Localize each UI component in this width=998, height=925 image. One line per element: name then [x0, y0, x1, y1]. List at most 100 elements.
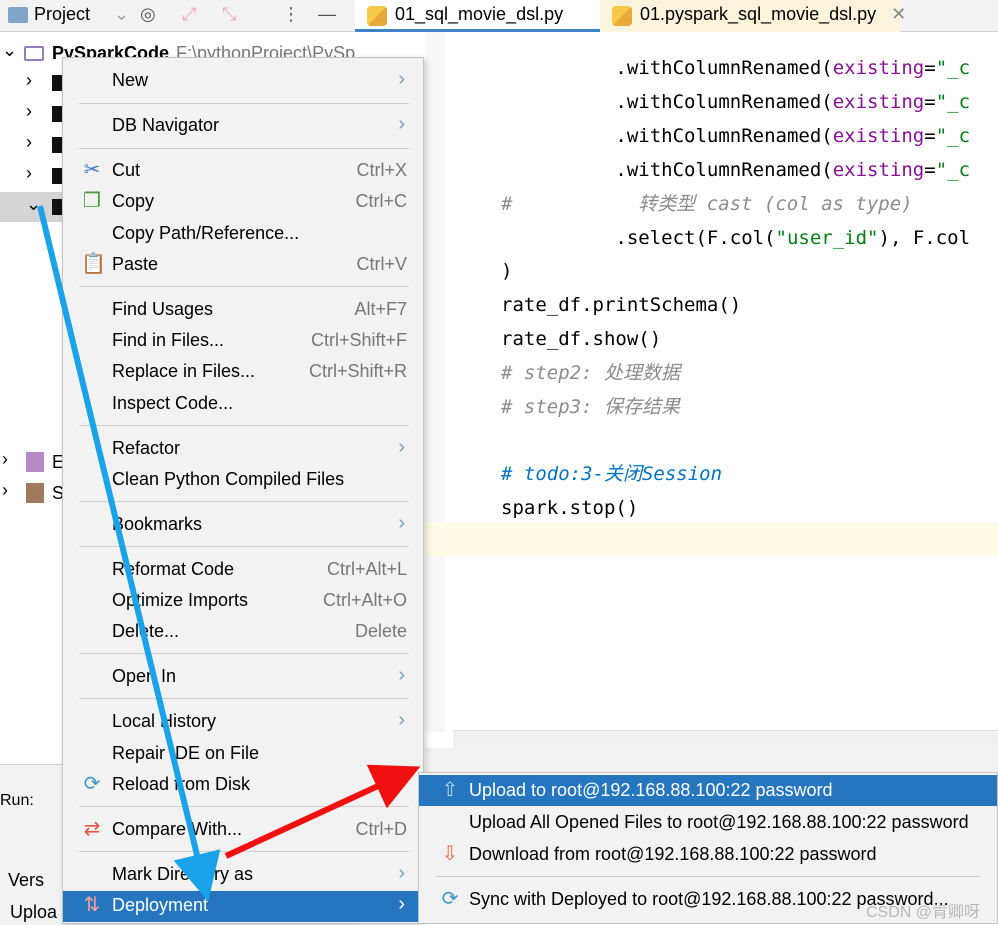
close-icon[interactable]: ✕	[891, 4, 906, 24]
code-line: rate_df.show()	[501, 328, 662, 350]
version-control-label[interactable]: Vers	[8, 870, 44, 891]
menu-item-find-in-files[interactable]: Find in Files... Ctrl+Shift+F	[63, 326, 423, 357]
horizontal-scrollbar[interactable]	[453, 730, 998, 749]
menu-divider	[79, 425, 409, 426]
chevron-right-icon: ›	[398, 893, 405, 915]
menu-item-new[interactable]: New ›	[63, 66, 423, 97]
python-file-icon	[612, 6, 632, 26]
redacted-block	[52, 168, 62, 184]
submenu-item-download[interactable]: ⇩ Download from root@192.168.88.100:22 pa…	[419, 839, 997, 870]
menu-divider	[79, 286, 409, 287]
menu-item-local-history[interactable]: Local History ›	[63, 707, 423, 738]
menu-divider	[79, 148, 409, 149]
context-menu: New › DB Navigator › ✂ Cut Ctrl+X ❐ Copy Ctrl+…	[62, 57, 424, 924]
menu-divider	[79, 806, 409, 807]
chevron-right-icon: ›	[398, 862, 405, 884]
python-file-icon	[367, 6, 387, 26]
menu-item-compare-with[interactable]: ⇄ Compare With... Ctrl+D	[63, 815, 423, 846]
code-comment: # step2: 处理数据	[501, 362, 680, 384]
chevron-right-icon[interactable]: ›	[26, 101, 32, 122]
redacted-block	[52, 199, 62, 215]
more-options-icon[interactable]: ⋮	[282, 4, 300, 25]
minimize-icon[interactable]: —	[318, 4, 336, 25]
redacted-block	[52, 106, 62, 122]
submenu-item-upload-all[interactable]: Upload All Opened Files to root@192.168.…	[419, 807, 997, 838]
menu-divider	[79, 698, 409, 699]
current-line-highlight	[425, 522, 998, 556]
chevron-right-icon[interactable]: ›	[2, 480, 8, 501]
menu-divider	[79, 653, 409, 654]
menu-item-repair-ide[interactable]: Repair IDE on File	[63, 739, 423, 770]
menu-item-deployment[interactable]: ⇅ Deployment ›	[63, 891, 423, 922]
code-line: .withColumnRenamed(existing="_c	[615, 125, 971, 147]
menu-item-replace-in-files[interactable]: Replace in Files... Ctrl+Shift+R	[63, 357, 423, 388]
code-line: .withColumnRenamed(existing="_c	[615, 91, 971, 113]
menu-item-optimize-imports[interactable]: Optimize Imports Ctrl+Alt+O	[63, 586, 423, 617]
menu-item-find-usages[interactable]: Find Usages Alt+F7	[63, 295, 423, 326]
menu-item-clean-python[interactable]: Clean Python Compiled Files	[63, 465, 423, 496]
code-line: .withColumnRenamed(existing="_c	[615, 159, 971, 181]
code-line: .withColumnRenamed(existing="_c	[615, 57, 971, 79]
chevron-right-icon: ›	[398, 68, 405, 90]
folder-icon	[24, 46, 44, 61]
tab-01-sql-movie-dsl[interactable]: 01_sql_movie_dsl.py	[355, 0, 600, 32]
menu-item-bookmarks[interactable]: Bookmarks ›	[63, 510, 423, 541]
project-folder-icon	[8, 7, 28, 23]
upload-label: Uploa	[10, 902, 58, 922]
chevron-right-icon[interactable]: ›	[26, 70, 32, 91]
chevron-right-icon[interactable]: ›	[2, 449, 8, 470]
copy-icon: ❐	[83, 190, 101, 212]
chevron-right-icon[interactable]: ›	[26, 132, 32, 153]
code-line: spark.stop()	[501, 497, 639, 519]
menu-item-delete[interactable]: Delete... Delete	[63, 617, 423, 648]
sync-icon: ⟳	[441, 888, 459, 910]
code-comment: # 转类型 cast (col as type)	[501, 193, 913, 215]
menu-item-reload-disk[interactable]: ⟳ Reload from Disk	[63, 770, 423, 801]
chevron-right-icon: ›	[398, 436, 405, 458]
chevron-right-icon: ›	[398, 113, 405, 135]
menu-item-paste[interactable]: 📋 Paste Ctrl+V	[63, 250, 423, 281]
chevron-down-icon[interactable]: ⌄	[114, 4, 129, 25]
code-comment: # step3: 保存结果	[501, 396, 680, 418]
tab-01-pyspark-sql-movie-dsl[interactable]: 01.pyspark_sql_movie_dsl.py ✕	[600, 0, 906, 32]
project-title[interactable]: Project	[34, 4, 90, 25]
collapse-icon[interactable]: ⤡	[222, 4, 236, 25]
chevron-right-icon[interactable]: ›	[26, 163, 32, 184]
chevron-right-icon: ›	[398, 709, 405, 731]
menu-divider	[79, 501, 409, 502]
menu-item-mark-directory[interactable]: Mark Directory as ›	[63, 860, 423, 891]
chevron-right-icon: ›	[398, 664, 405, 686]
menu-divider	[79, 546, 409, 547]
menu-item-copy-path[interactable]: Copy Path/Reference...	[63, 219, 423, 250]
code-todo-comment: # todo:3-关闭Session	[501, 463, 723, 485]
project-toolbar: Project ⌄ ◎ ⤢ ⤡ ⋮ —	[0, 0, 355, 32]
editor-gutter	[425, 32, 445, 732]
chevron-down-icon[interactable]: ⌄	[26, 194, 41, 215]
redacted-block	[52, 137, 62, 153]
target-icon[interactable]: ◎	[140, 4, 156, 25]
menu-divider	[435, 876, 981, 877]
code-line: rate_df.printSchema()	[501, 294, 742, 316]
chevron-down-icon[interactable]: ⌄	[2, 40, 17, 61]
upload-icon: ⇧	[441, 779, 459, 801]
menu-item-open-in[interactable]: Open In ›	[63, 662, 423, 693]
deployment-icon: ⇅	[83, 894, 101, 916]
submenu-item-upload[interactable]: ⇧ Upload to root@192.168.88.100:22 passwo…	[419, 775, 997, 806]
download-icon: ⇩	[441, 843, 459, 865]
menu-item-db-navigator[interactable]: DB Navigator ›	[63, 111, 423, 142]
tab-label: 01_sql_movie_dsl.py	[395, 4, 564, 24]
clipboard-icon: 📋	[81, 253, 106, 275]
menu-item-copy[interactable]: ❐ Copy Ctrl+C	[63, 187, 423, 218]
menu-divider	[79, 851, 409, 852]
menu-item-inspect-code[interactable]: Inspect Code...	[63, 389, 423, 420]
menu-item-refactor[interactable]: Refactor ›	[63, 434, 423, 465]
library-icon	[26, 452, 44, 472]
watermark: CSDN @肯卿呀	[865, 904, 980, 921]
menu-item-reformat-code[interactable]: Reformat Code Ctrl+Alt+L	[63, 555, 423, 586]
expand-icon[interactable]: ⤢	[182, 4, 196, 25]
redacted-block	[52, 75, 62, 91]
compare-icon: ⇄	[83, 818, 101, 840]
menu-item-cut[interactable]: ✂ Cut Ctrl+X	[63, 156, 423, 187]
code-line: .select(F.col("user_id"), F.col	[501, 227, 971, 249]
code-line: )	[501, 260, 513, 282]
